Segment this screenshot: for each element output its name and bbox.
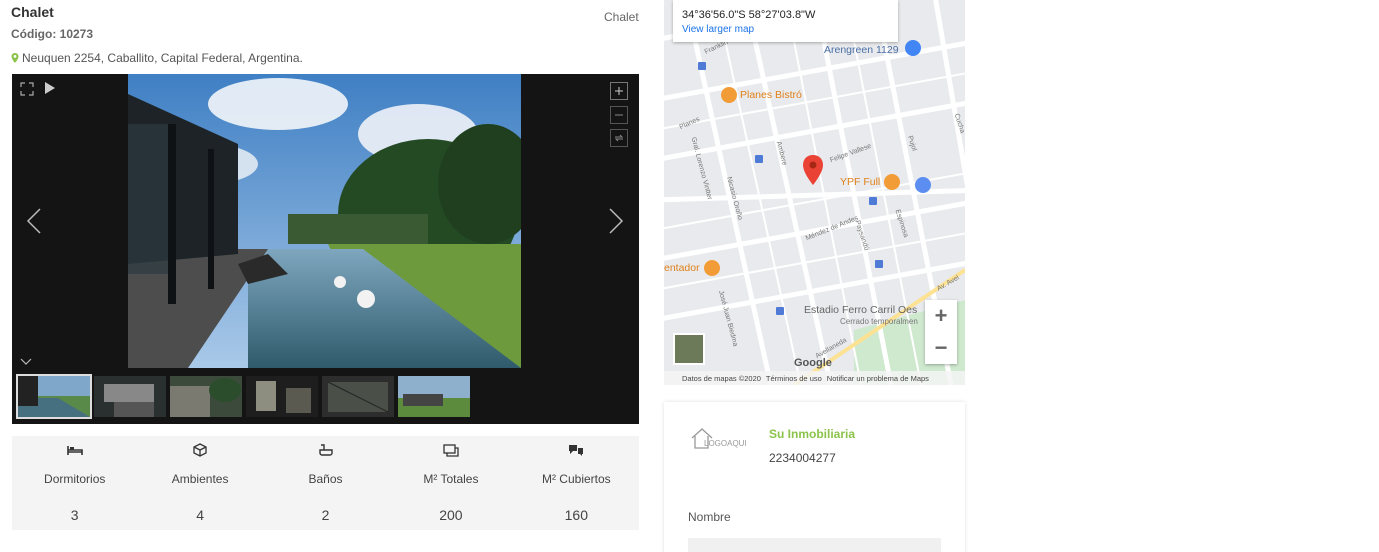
bath-icon [318,444,333,456]
plus-icon [615,87,623,95]
feature-value: 4 [196,507,204,523]
name-field-label: Nombre [688,510,731,524]
thumbnail[interactable] [170,376,242,417]
map-label-planes-bistro: Planes Bistró [740,89,802,101]
name-field[interactable] [688,538,941,552]
feature-label: Baños [308,472,343,486]
feature-banos: Baños 2 [263,436,388,530]
map-data-credit: Datos de mapas ©2020 [682,373,761,383]
thumbnail[interactable] [246,376,318,417]
thumbnail[interactable] [16,374,92,419]
map-label-arengreen: Arengreen 1129 [824,44,899,56]
thumbnail[interactable] [94,376,166,417]
feature-label: Ambientes [171,472,229,486]
map-zoom-out-button[interactable]: − [925,332,957,364]
agency-logo-text: LOGOAQUI [704,439,747,448]
listing-code: Código: 10273 [11,27,94,41]
feature-ambientes: Ambientes 4 [137,436,262,530]
listing-address: Neuquen 2254, Caballito, Capital Federal… [11,51,303,65]
next-arrow-icon[interactable] [608,207,624,235]
zoom-in-button[interactable] [610,82,628,100]
map-label-estadio: Estadio Ferro Carril Oes [804,304,918,316]
prev-arrow-icon[interactable] [26,207,42,235]
minus-icon [615,114,623,116]
address-text: Neuquen 2254, Caballito, Capital Federal… [22,51,303,65]
google-logo: Google [794,357,832,369]
map-info-card: 34°36'56.0"S 58°27'03.8"W View larger ma… [673,0,898,42]
feature-label: M² Cubiertos [541,472,611,486]
map-report-link[interactable]: Notificar un problema de Maps [827,374,929,383]
rotate-button[interactable] [610,129,628,147]
agency-name: Su Inmobiliaria [769,427,856,441]
feature-label: M² Totales [423,472,479,486]
feature-value: 160 [564,507,588,523]
feature-value: 200 [439,507,463,523]
feature-m2-totales: M² Totales 200 [388,436,513,530]
feature-value: 2 [321,507,330,523]
feature-m2-cubiertos: M² Cubiertos 160 [514,436,639,530]
agency-phone: 2234004277 [769,451,836,465]
fullscreen-icon[interactable] [20,82,34,96]
agency-logo: LOGOAQUI [688,424,758,454]
rotate-icon [614,134,624,142]
play-icon[interactable] [44,82,56,94]
feature-dormitorios: Dormitorios 3 [12,436,137,530]
thumbnail[interactable] [322,376,394,417]
map-coordinates: 34°36'56.0"S 58°27'03.8"W [682,9,816,21]
map-footer: Datos de mapas ©2020 Términos de uso Not… [664,371,965,385]
zoom-out-button[interactable] [610,106,628,124]
listing-title: Chalet [11,4,54,20]
feature-label: Dormitorios [44,472,106,486]
thumbnail-strip [16,374,470,419]
map-label-entador: entador [664,262,700,274]
thumbnail[interactable] [398,376,470,417]
main-photo [128,74,521,368]
features-panel: Dormitorios 3 Ambientes 4 Baños 2 M² Tot… [12,436,639,530]
map-label-ypf: YPF Full [840,176,881,188]
listing-type-badge: Chalet [604,10,639,24]
area-icon [443,444,459,457]
map-terms-link[interactable]: Términos de uso [766,374,822,383]
location-pin-icon [11,53,19,63]
cube-icon [193,443,207,457]
feature-value: 3 [70,507,79,523]
agent-card: LOGOAQUI Su Inmobiliaria 2234004277 Nomb… [664,402,965,552]
chevron-down-icon[interactable] [20,358,32,366]
covered-area-icon [569,445,584,456]
map-zoom-in-button[interactable]: + [925,300,957,332]
view-larger-map-link[interactable]: View larger map [682,24,889,35]
photo-gallery [12,74,639,424]
bed-icon [66,446,83,455]
map-label-cerrado: Cerrado temporalmen [840,317,918,326]
map-zoom-controls: + − [925,300,957,364]
map-embed[interactable]: Arengreen 1129 Planes Bistró YPF Full en… [664,0,965,385]
